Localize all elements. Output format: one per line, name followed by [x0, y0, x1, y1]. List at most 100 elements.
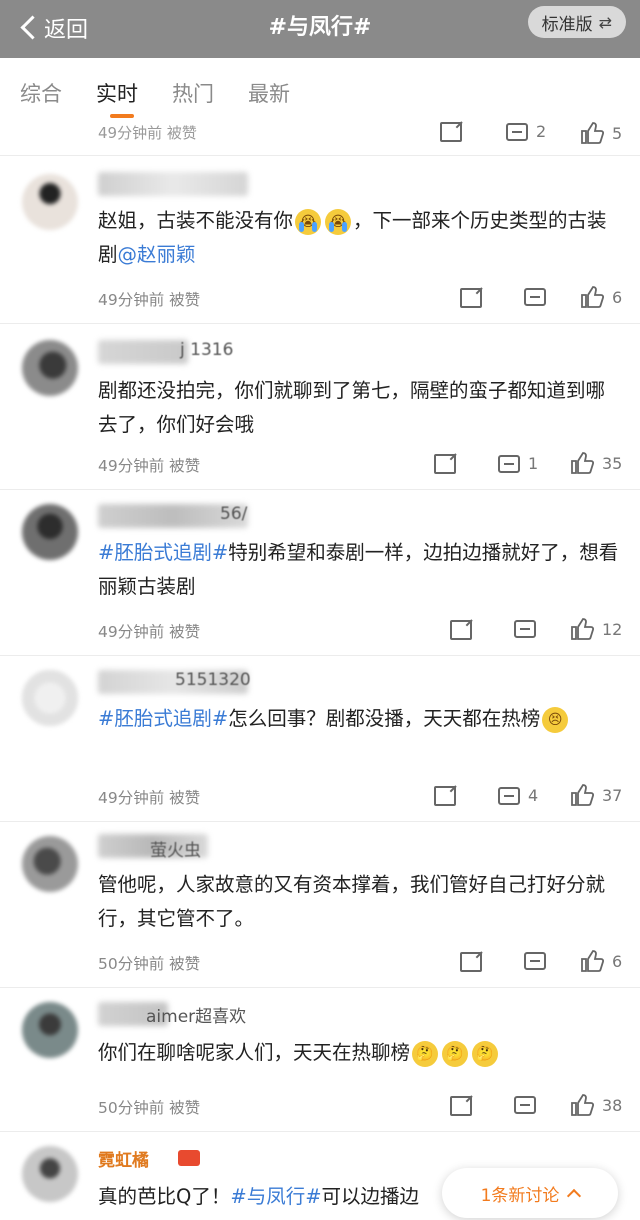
like-button[interactable]: 35: [570, 452, 622, 474]
tab-comprehensive[interactable]: 综合: [20, 78, 62, 108]
thumbs-up-icon: [570, 1094, 595, 1116]
like-button[interactable]: 38: [570, 1094, 622, 1116]
like-count: 5: [612, 123, 623, 143]
comment-text: 你们在聊啥呢家人们，天天在热聊榜 🤔 🤔 🤔: [98, 1036, 623, 1070]
blurred-username: [98, 340, 188, 364]
blurred-username: [98, 172, 248, 196]
username[interactable]: j 1316: [180, 340, 233, 360]
comment-text-segment: 赵姐，古装不能没有你: [98, 209, 294, 232]
like-count: 37: [602, 785, 623, 805]
like-count: 35: [602, 453, 623, 473]
share-icon: [434, 454, 456, 474]
comment-icon: [506, 122, 528, 141]
avatar[interactable]: [22, 174, 78, 230]
comment-text: 真的芭比Q了！#与凤行#可以边播边: [98, 1180, 438, 1214]
share-button[interactable]: [450, 620, 472, 640]
avatar[interactable]: [22, 1146, 78, 1202]
comment-meta: 49分钟前 被赞: [98, 623, 201, 641]
username[interactable]: 5151320: [175, 670, 251, 690]
comment-button[interactable]: 2: [506, 122, 546, 141]
comment-button[interactable]: [524, 288, 546, 306]
like-button[interactable]: 37: [570, 784, 622, 806]
vip-badge-icon: [178, 1150, 200, 1166]
top-bar: 返回 #与凤行# 标准版 ⇄: [0, 0, 640, 58]
comment-button[interactable]: 4: [498, 786, 538, 805]
hashtag-link[interactable]: #胚胎式追剧#: [98, 541, 228, 564]
username[interactable]: 霓虹橘: [98, 1146, 149, 1171]
like-button[interactable]: 6: [580, 950, 622, 972]
comment-button[interactable]: 1: [498, 454, 538, 473]
like-count: 38: [602, 1095, 623, 1115]
emoji-icon: 😭: [325, 208, 352, 235]
comment-icon: [514, 620, 536, 638]
emoji-icon: 😣: [542, 706, 569, 733]
thumbs-up-icon: [580, 286, 605, 308]
active-tab-indicator: [110, 114, 134, 118]
comment-item: 56/ #胚胎式追剧#特别希望和泰剧一样，边拍边播就好了，想看丽颖古装剧 49分…: [0, 490, 640, 656]
comment-text-segment: 管他呢，人家故意的又有资本撑着，我们管好自己打好分就行，其它管不了。: [98, 873, 606, 930]
thumbs-up-icon: [580, 950, 605, 972]
share-button[interactable]: [434, 786, 456, 806]
share-icon: [460, 288, 482, 308]
emoji-icon: 🤔: [412, 1040, 439, 1067]
share-button[interactable]: [460, 288, 482, 308]
share-button[interactable]: [460, 952, 482, 972]
comment-count: 2: [536, 122, 547, 141]
share-icon: [460, 952, 482, 972]
comment-meta: 50分钟前 被赞: [98, 955, 201, 973]
avatar[interactable]: [22, 340, 78, 396]
comment-text: 赵姐，古装不能没有你 😭 😭 ，下一部来个历史类型的古装剧@赵丽颖: [98, 204, 623, 272]
comment-meta: 49分钟前 被赞: [98, 789, 201, 807]
hashtag-link[interactable]: #胚胎式追剧#: [98, 707, 228, 730]
like-button[interactable]: 12: [570, 618, 622, 640]
comment-button[interactable]: [524, 952, 546, 970]
comment-button[interactable]: [514, 620, 536, 638]
share-icon: [440, 122, 462, 142]
comment-meta: 49分钟前 被赞: [98, 457, 201, 475]
tab-latest[interactable]: 最新: [248, 78, 290, 108]
standard-version-button[interactable]: 标准版 ⇄: [527, 6, 626, 38]
avatar[interactable]: [22, 504, 78, 560]
comment-button[interactable]: [514, 1096, 536, 1114]
comment-count: 1: [528, 454, 539, 473]
avatar[interactable]: [22, 1002, 78, 1058]
new-discussion-button[interactable]: 1条新讨论: [442, 1168, 618, 1218]
like-button[interactable]: 5: [580, 122, 622, 144]
partial-comment-row: 49分钟前 被赞 2 5: [0, 120, 640, 156]
share-icon: [450, 1096, 472, 1116]
share-button[interactable]: [434, 454, 456, 474]
comment-meta: 50分钟前 被赞: [98, 1099, 201, 1117]
hashtag-link[interactable]: #与凤行#: [230, 1185, 321, 1208]
comment-icon: [514, 1096, 536, 1114]
avatar[interactable]: [22, 670, 78, 726]
comment-text-segment: 可以边播边: [321, 1185, 420, 1208]
share-button[interactable]: [440, 122, 462, 142]
comment-text: 剧都还没拍完，你们就聊到了第七，隔壁的蛮子都知道到哪去了，你们好会哦: [98, 374, 623, 442]
swap-icon: ⇄: [598, 12, 612, 32]
thumbs-up-icon: [570, 452, 595, 474]
thumbs-up-icon: [570, 784, 595, 806]
username[interactable]: aimer超喜欢: [146, 1002, 246, 1027]
share-icon: [434, 786, 456, 806]
tab-hot[interactable]: 热门: [172, 78, 214, 108]
comment-item: 萤火虫 管他呢，人家故意的又有资本撑着，我们管好自己打好分就行，其它管不了。 5…: [0, 822, 640, 988]
partial-meta: 49分钟前 被赞: [98, 124, 197, 142]
emoji-icon: 🤔: [472, 1040, 499, 1067]
mention-link[interactable]: @赵丽颖: [118, 243, 196, 266]
like-button[interactable]: 6: [580, 286, 622, 308]
thumbs-up-icon: [580, 122, 605, 144]
tab-realtime[interactable]: 实时: [96, 78, 138, 108]
comment-icon: [524, 952, 546, 970]
emoji-icon: 😭: [295, 208, 322, 235]
new-discussion-label: 1条新讨论: [480, 1185, 560, 1206]
avatar[interactable]: [22, 836, 78, 892]
username[interactable]: 56/: [220, 504, 247, 524]
username[interactable]: 萤火虫: [150, 836, 201, 861]
comment-item: j 1316 剧都还没拍完，你们就聊到了第七，隔壁的蛮子都知道到哪去了，你们好会…: [0, 324, 640, 490]
comment-text-segment: 怎么回事？剧都没播，天天都在热榜: [228, 707, 541, 730]
share-button[interactable]: [450, 1096, 472, 1116]
share-icon: [450, 620, 472, 640]
comment-text: 管他呢，人家故意的又有资本撑着，我们管好自己打好分就行，其它管不了。: [98, 868, 623, 936]
comment-meta: 49分钟前 被赞: [98, 291, 201, 309]
like-count: 12: [602, 619, 623, 639]
